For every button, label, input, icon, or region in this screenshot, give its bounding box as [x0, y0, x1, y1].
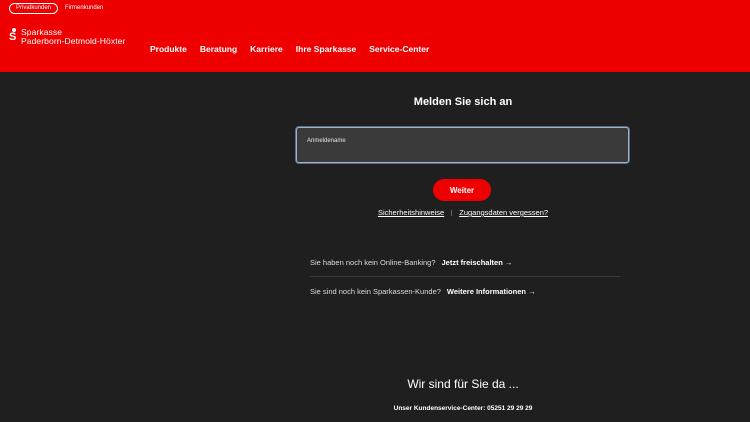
no-online-banking-row: Sie haben noch kein Online-Banking? Jetz… — [310, 256, 620, 268]
brand-line-2: Paderborn-Detmold-Höxter — [21, 36, 126, 46]
link-separator — [451, 209, 453, 216]
weiter-button[interactable]: Weiter — [433, 179, 491, 201]
security-hints-link[interactable]: Sicherheitshinweise — [378, 208, 444, 217]
login-help-links: Sicherheitshinweise Zugangsdaten vergess… — [296, 208, 630, 217]
nav-karriere[interactable]: Karriere — [250, 44, 283, 54]
nav-service-center[interactable]: Service-Center — [369, 44, 429, 54]
service-center-phone: Unser Kundenservice-Center: 05251 29 29 … — [393, 405, 533, 412]
nav-beratung[interactable]: Beratung — [200, 44, 237, 54]
arrow-right-icon: → — [528, 286, 536, 296]
site-header: Privatkunden Firmenkunden S Sparkasse Pa… — [0, 0, 750, 72]
brand-name: Sparkasse Paderborn-Detmold-Höxter — [21, 28, 125, 46]
segment-privatkunden[interactable]: Privatkunden — [9, 3, 59, 14]
username-field[interactable]: Anmeldename — [296, 127, 629, 163]
help-title: Wir sind für Sie da ... — [407, 377, 519, 391]
forgot-credentials-link[interactable]: Zugangsdaten vergessen? — [459, 208, 548, 217]
sparkasse-logo[interactable]: S Sparkasse Paderborn-Detmold-Höxter — [9, 28, 125, 46]
segment-firmenkunden[interactable]: Firmenkunden — [58, 3, 110, 14]
username-input[interactable] — [307, 146, 617, 158]
no-online-banking-text: Sie haben noch kein Online-Banking? — [310, 257, 436, 267]
more-info-link[interactable]: Weitere Informationen → — [447, 287, 536, 296]
not-customer-row: Sie sind noch kein Sparkassen-Kunde? Wei… — [310, 285, 620, 297]
info-divider — [310, 276, 620, 277]
customer-segment-switch: Privatkunden Firmenkunden — [9, 3, 110, 14]
nav-ihre-sparkasse[interactable]: Ihre Sparkasse — [296, 44, 356, 54]
main-navigation: Produkte Beratung Karriere Ihre Sparkass… — [150, 44, 442, 54]
username-label: Anmeldename — [307, 138, 346, 144]
arrow-right-icon: → — [504, 257, 513, 267]
login-title: Melden Sie sich an — [413, 96, 513, 108]
unlock-now-link[interactable]: Jetzt freischalten → — [442, 258, 513, 267]
sparkasse-s-icon: S — [9, 28, 19, 43]
not-customer-text: Sie sind noch kein Sparkassen-Kunde? — [310, 286, 441, 296]
nav-produkte[interactable]: Produkte — [150, 44, 187, 54]
